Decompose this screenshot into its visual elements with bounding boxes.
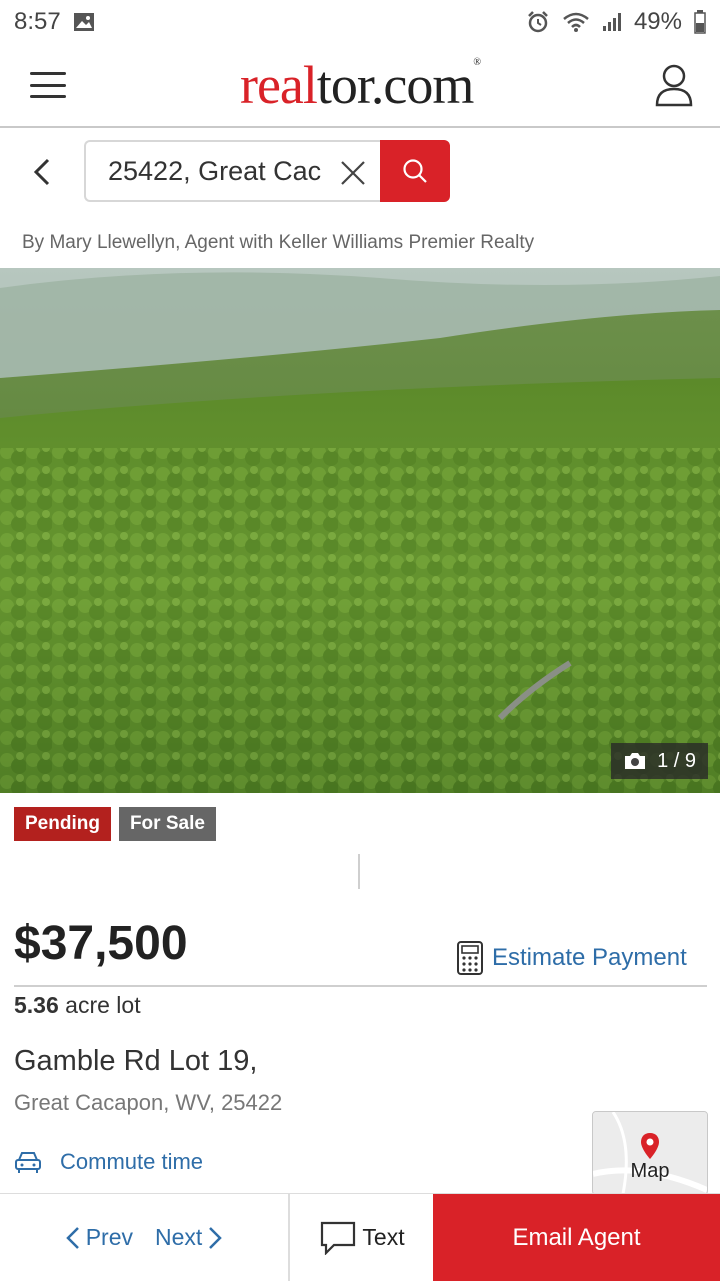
for-sale-badge: For Sale (118, 807, 216, 841)
search-icon (403, 159, 427, 183)
pending-badge: Pending (14, 807, 111, 841)
map-button[interactable]: Map (592, 1111, 708, 1195)
menu-icon[interactable] (30, 72, 66, 98)
search-field[interactable] (84, 140, 380, 202)
wifi-icon (563, 12, 589, 32)
prev-button[interactable]: Prev (65, 1224, 133, 1251)
chevron-left-icon (65, 1226, 79, 1249)
estimate-payment-label: Estimate Payment (492, 944, 687, 971)
chat-icon (321, 1221, 356, 1255)
estimate-payment-link[interactable]: Estimate Payment (456, 940, 687, 976)
signal-icon (602, 13, 621, 31)
battery-percent: 49% (633, 8, 682, 35)
listing-price: $37,500 (14, 917, 188, 970)
text-label: Text (362, 1224, 405, 1250)
photo-counter[interactable]: 1 / 9 (611, 743, 708, 779)
listing-navigation: Prev Next (0, 1194, 290, 1281)
alarm-icon (528, 11, 548, 33)
address-city: Great Cacapon, WV, 25422 (14, 1090, 283, 1115)
battery-icon (694, 10, 706, 34)
photo-counter-text: 1 / 9 (657, 749, 696, 772)
listing-byline: By Mary Llewellyn, Agent with Keller Wil… (22, 232, 535, 253)
email-agent-button[interactable]: Email Agent (433, 1194, 720, 1281)
map-label: Map (630, 1160, 670, 1182)
top-bar: realtor.com® (0, 44, 720, 128)
map-pin-icon (641, 1133, 659, 1159)
prev-label: Prev (85, 1224, 133, 1250)
status-badges: Pending For Sale (14, 807, 216, 841)
car-icon (15, 1152, 41, 1173)
lot-size: 5.36 acre lot (14, 992, 141, 1019)
close-icon[interactable] (340, 160, 366, 186)
commute-time-label: Commute time (60, 1149, 204, 1174)
forest-photo (0, 268, 720, 793)
realtor-logo[interactable]: realtor.com® (240, 58, 481, 113)
bottom-action-bar: Prev Next Text Email Agent (0, 1193, 720, 1281)
back-icon[interactable] (26, 154, 60, 190)
price-divider (14, 985, 707, 987)
text-agent-button[interactable]: Text (292, 1194, 433, 1281)
address-street: Gamble Rd Lot 19, (14, 1045, 258, 1077)
divider (358, 854, 360, 889)
search-row (0, 140, 720, 204)
lot-size-label: acre lot (65, 992, 141, 1018)
calculator-icon (457, 941, 483, 975)
search-input[interactable] (108, 155, 324, 187)
search-button[interactable] (380, 140, 450, 202)
status-time: 8:57 (14, 8, 61, 35)
next-label: Next (155, 1224, 203, 1250)
status-bar: 8:57 49% (0, 0, 720, 44)
listing-photo[interactable]: 1 / 9 (0, 268, 720, 793)
lot-size-value: 5.36 (14, 992, 59, 1018)
next-button[interactable]: Next (155, 1224, 223, 1251)
user-icon[interactable] (654, 63, 694, 107)
commute-time-link[interactable]: Commute time (14, 1148, 203, 1176)
camera-icon (625, 753, 646, 769)
chevron-right-icon (209, 1226, 223, 1249)
image-icon (73, 13, 94, 31)
